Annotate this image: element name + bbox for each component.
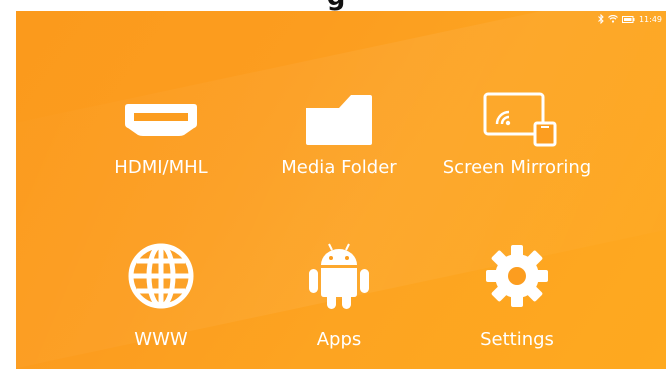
projector-home-screen: 11:49 HDMI/MHL Media Folder Screen Mirro… <box>16 11 666 369</box>
status-bar: 11:49 <box>598 13 662 25</box>
battery-icon <box>621 15 635 23</box>
menu-item-settings[interactable]: Settings <box>412 241 622 361</box>
clipped-heading-text: g <box>0 0 672 10</box>
menu-item-label: Settings <box>480 329 554 350</box>
window-frame: g 11:49 <box>0 0 672 369</box>
screen-mirroring-icon <box>412 85 622 155</box>
bluetooth-icon <box>598 14 604 24</box>
wifi-icon <box>607 15 618 23</box>
status-time: 11:49 <box>638 14 662 24</box>
menu-item-label: Screen Mirroring <box>442 157 592 178</box>
gear-icon <box>412 241 622 311</box>
menu-item-screen-mirroring[interactable]: Screen Mirroring <box>412 85 622 205</box>
